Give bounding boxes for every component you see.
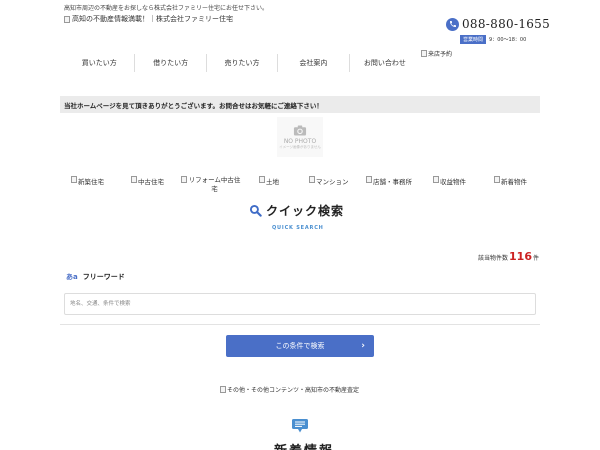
business-hours: 営業時間 9：00～18：00 <box>460 35 526 44</box>
category-label: リフォーム中古住宅 <box>188 176 241 193</box>
hours-value: 9：00～18：00 <box>489 37 527 43</box>
nav-buy[interactable]: 買いたい方 <box>64 54 136 72</box>
category-investment[interactable]: 収益物件 <box>433 176 466 186</box>
phone-icon <box>446 17 459 31</box>
search-button-label: この条件で検索 <box>275 342 325 350</box>
category-renovated-house[interactable]: リフォーム中古住宅 <box>181 176 241 194</box>
camera-icon <box>293 125 307 135</box>
category-label: 収益物件 <box>440 178 466 186</box>
result-count-unit: 件 <box>532 255 539 262</box>
phone-number: 088-880-1655 <box>462 17 551 31</box>
result-count: 該当物件数 116 件 <box>478 250 539 263</box>
global-nav: 買いたい方 借りたい方 売りたい方 会社案内 お問い合わせ <box>64 54 420 72</box>
category-mansion[interactable]: マンション <box>309 176 349 186</box>
broken-image-icon <box>433 176 439 183</box>
category-label: 新築住宅 <box>78 178 104 186</box>
nav-company[interactable]: 会社案内 <box>278 54 350 72</box>
category-new-house[interactable]: 新築住宅 <box>71 176 104 186</box>
chevron-right-icon: › <box>361 341 365 351</box>
category-label: マンション <box>316 178 349 186</box>
visit-alt-text: 来店予約 <box>428 51 453 58</box>
category-land[interactable]: 土地 <box>259 176 279 186</box>
quick-search-subtitle: QUICK SEARCH <box>272 225 324 231</box>
site-logo[interactable]: 高知の不動産情報満載！｜株式会社ファミリー住宅 <box>64 14 233 24</box>
category-label: 土地 <box>266 178 279 186</box>
news-section-title: 新着情報 <box>274 440 334 450</box>
visit-reservation-link[interactable]: 来店予約 <box>421 49 452 58</box>
broken-image-icon <box>309 176 315 183</box>
category-new-arrivals[interactable]: 新着物件 <box>494 176 527 186</box>
broken-image-icon <box>366 176 372 183</box>
freeword-search-input[interactable] <box>64 293 536 315</box>
freeword-label-text: フリーワード <box>82 273 125 281</box>
other-contents-banner[interactable]: その他・その他コンテンツ・高知市の不動産査定 <box>220 385 359 394</box>
header-tagline: 高知市周辺の不動産をお探しなら株式会社ファミリー住宅にお任せ下さい。 <box>64 5 269 12</box>
category-label: 店舗・事務所 <box>373 178 412 186</box>
category-label: 中古住宅 <box>138 178 164 186</box>
nav-sell[interactable]: 売りたい方 <box>207 54 279 72</box>
freeword-label: あa フリーワード <box>66 272 125 282</box>
search-submit-button[interactable]: この条件で検索 › <box>226 335 374 357</box>
phone-contact[interactable]: 088-880-1655 <box>446 17 550 31</box>
result-count-label: 該当物件数 <box>478 255 509 262</box>
quick-search-title: クイック検索 <box>249 202 344 219</box>
freeword-icon: あa <box>66 273 78 281</box>
logo-alt-text: 高知の不動産情報満載！｜株式会社ファミリー住宅 <box>72 15 233 23</box>
broken-image-icon <box>494 176 500 183</box>
category-store-office[interactable]: 店舗・事務所 <box>366 176 412 186</box>
broken-image-icon <box>220 386 226 393</box>
nav-rent[interactable]: 借りたい方 <box>135 54 207 72</box>
no-photo-text: NO PHOTO <box>283 137 317 145</box>
broken-image-icon <box>259 176 265 183</box>
broken-image-icon <box>71 176 77 183</box>
broken-image-icon <box>181 176 187 183</box>
nav-contact[interactable]: お問い合わせ <box>350 54 420 72</box>
hours-badge: 営業時間 <box>460 35 487 44</box>
broken-image-icon <box>421 50 427 57</box>
quick-search-title-text: クイック検索 <box>266 204 345 218</box>
news-speech-bubble-icon <box>292 419 308 433</box>
no-photo-subtext: イメージ画像がありません <box>279 144 321 149</box>
result-count-number: 116 <box>509 250 532 263</box>
broken-image-icon <box>64 15 70 23</box>
category-label: 新着物件 <box>501 178 527 186</box>
divider <box>60 324 540 325</box>
search-icon <box>249 204 262 217</box>
broken-image-icon <box>131 176 137 183</box>
welcome-notice: 当社ホームページを見て頂きありがとうございます。お問合せはお気軽にご連絡下さい！ <box>60 96 540 113</box>
other-contents-alt: その他・その他コンテンツ・高知市の不動産査定 <box>227 387 360 394</box>
category-used-house[interactable]: 中古住宅 <box>131 176 164 186</box>
no-photo-placeholder: NO PHOTO イメージ画像がありません <box>277 117 323 157</box>
